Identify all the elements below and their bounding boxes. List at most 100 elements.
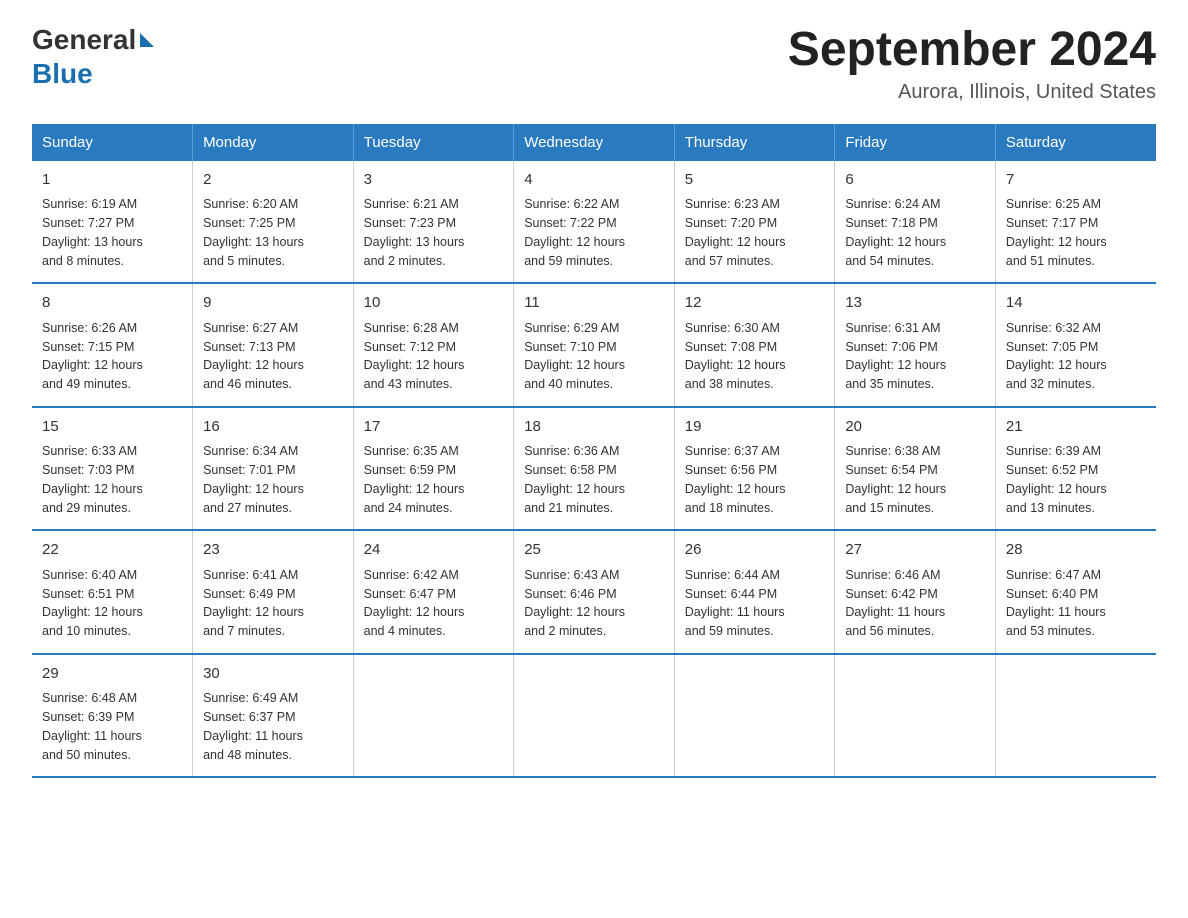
sunset-text: Sunset: 6:37 PM (203, 708, 343, 727)
day-info: Sunrise: 6:19 AMSunset: 7:27 PMDaylight:… (42, 195, 182, 270)
daylight-text: Daylight: 12 hours (42, 356, 182, 375)
daylight-text-2: and 50 minutes. (42, 746, 182, 765)
logo-arrow-icon (140, 33, 154, 47)
day-info: Sunrise: 6:26 AMSunset: 7:15 PMDaylight:… (42, 319, 182, 394)
daylight-text: Daylight: 11 hours (1006, 603, 1146, 622)
header-day-tuesday: Tuesday (353, 124, 514, 161)
day-info: Sunrise: 6:24 AMSunset: 7:18 PMDaylight:… (845, 195, 985, 270)
daylight-text-2: and 24 minutes. (364, 499, 504, 518)
daylight-text-2: and 8 minutes. (42, 252, 182, 271)
sunset-text: Sunset: 6:46 PM (524, 585, 664, 604)
sunset-text: Sunset: 7:22 PM (524, 214, 664, 233)
sunset-text: Sunset: 7:25 PM (203, 214, 343, 233)
day-number: 23 (203, 539, 343, 562)
day-number: 9 (203, 292, 343, 315)
logo-general: General (32, 24, 136, 56)
daylight-text: Daylight: 12 hours (42, 480, 182, 499)
day-info: Sunrise: 6:48 AMSunset: 6:39 PMDaylight:… (42, 689, 182, 764)
sunrise-text: Sunrise: 6:46 AM (845, 566, 985, 585)
day-info: Sunrise: 6:38 AMSunset: 6:54 PMDaylight:… (845, 442, 985, 517)
sunset-text: Sunset: 6:54 PM (845, 461, 985, 480)
daylight-text-2: and 2 minutes. (524, 622, 664, 641)
week-row-1: 1Sunrise: 6:19 AMSunset: 7:27 PMDaylight… (32, 161, 1156, 284)
main-title: September 2024 (788, 24, 1156, 77)
sunset-text: Sunset: 7:03 PM (42, 461, 182, 480)
daylight-text: Daylight: 13 hours (42, 233, 182, 252)
daylight-text-2: and 54 minutes. (845, 252, 985, 271)
day-number: 17 (364, 416, 504, 439)
sunset-text: Sunset: 6:51 PM (42, 585, 182, 604)
day-number: 29 (42, 663, 182, 686)
calendar-cell: 15 Sunrise: 6:33 AMSunset: 7:03 PMDayligh… (32, 407, 193, 531)
sunset-text: Sunset: 7:20 PM (685, 214, 825, 233)
sunset-text: Sunset: 6:59 PM (364, 461, 504, 480)
day-info: Sunrise: 6:41 AMSunset: 6:49 PMDaylight:… (203, 566, 343, 641)
daylight-text-2: and 7 minutes. (203, 622, 343, 641)
daylight-text: Daylight: 12 hours (685, 480, 825, 499)
calendar-cell: 19Sunrise: 6:37 AMSunset: 6:56 PMDayligh… (674, 407, 835, 531)
calendar-cell (995, 654, 1156, 778)
sunrise-text: Sunrise: 6:37 AM (685, 442, 825, 461)
sunset-text: Sunset: 7:05 PM (1006, 338, 1146, 357)
day-info: Sunrise: 6:36 AMSunset: 6:58 PMDaylight:… (524, 442, 664, 517)
daylight-text-2: and 35 minutes. (845, 375, 985, 394)
daylight-text-2: and 21 minutes. (524, 499, 664, 518)
sunrise-text: Sunrise: 6:48 AM (42, 689, 182, 708)
calendar-cell: 6 Sunrise: 6:24 AMSunset: 7:18 PMDaylight… (835, 161, 996, 284)
daylight-text: Daylight: 12 hours (42, 603, 182, 622)
daylight-text: Daylight: 11 hours (42, 727, 182, 746)
page-header: General Blue September 2024 Aurora, Illi… (32, 24, 1156, 104)
sunset-text: Sunset: 7:17 PM (1006, 214, 1146, 233)
daylight-text-2: and 53 minutes. (1006, 622, 1146, 641)
daylight-text: Daylight: 12 hours (524, 603, 664, 622)
sunset-text: Sunset: 6:49 PM (203, 585, 343, 604)
day-number: 6 (845, 169, 985, 192)
week-row-5: 29 Sunrise: 6:48 AMSunset: 6:39 PMDayligh… (32, 654, 1156, 778)
day-number: 19 (685, 416, 825, 439)
sunrise-text: Sunrise: 6:29 AM (524, 319, 664, 338)
daylight-text: Daylight: 12 hours (203, 603, 343, 622)
day-info: Sunrise: 6:33 AMSunset: 7:03 PMDaylight:… (42, 442, 182, 517)
calendar-cell: 21Sunrise: 6:39 AMSunset: 6:52 PMDayligh… (995, 407, 1156, 531)
week-row-2: 8Sunrise: 6:26 AMSunset: 7:15 PMDaylight… (32, 283, 1156, 407)
calendar-cell: 2Sunrise: 6:20 AMSunset: 7:25 PMDaylight… (193, 161, 354, 284)
calendar-cell (353, 654, 514, 778)
subtitle: Aurora, Illinois, United States (788, 81, 1156, 104)
sunrise-text: Sunrise: 6:43 AM (524, 566, 664, 585)
sunset-text: Sunset: 7:18 PM (845, 214, 985, 233)
day-number: 20 (845, 416, 985, 439)
daylight-text-2: and 59 minutes. (685, 622, 825, 641)
day-info: Sunrise: 6:25 AMSunset: 7:17 PMDaylight:… (1006, 195, 1146, 270)
calendar-cell: 30Sunrise: 6:49 AMSunset: 6:37 PMDayligh… (193, 654, 354, 778)
day-info: Sunrise: 6:46 AMSunset: 6:42 PMDaylight:… (845, 566, 985, 641)
daylight-text-2: and 56 minutes. (845, 622, 985, 641)
day-number: 12 (685, 292, 825, 315)
sunset-text: Sunset: 7:15 PM (42, 338, 182, 357)
header-day-sunday: Sunday (32, 124, 193, 161)
sunrise-text: Sunrise: 6:21 AM (364, 195, 504, 214)
daylight-text-2: and 57 minutes. (685, 252, 825, 271)
day-number: 2 (203, 169, 343, 192)
week-row-4: 22Sunrise: 6:40 AMSunset: 6:51 PMDayligh… (32, 530, 1156, 654)
daylight-text-2: and 59 minutes. (524, 252, 664, 271)
title-section: September 2024 Aurora, Illinois, United … (788, 24, 1156, 104)
day-number: 28 (1006, 539, 1146, 562)
day-number: 4 (524, 169, 664, 192)
day-number: 30 (203, 663, 343, 686)
sunrise-text: Sunrise: 6:42 AM (364, 566, 504, 585)
sunset-text: Sunset: 6:40 PM (1006, 585, 1146, 604)
daylight-text-2: and 27 minutes. (203, 499, 343, 518)
header-row: SundayMondayTuesdayWednesdayThursdayFrid… (32, 124, 1156, 161)
sunrise-text: Sunrise: 6:32 AM (1006, 319, 1146, 338)
sunrise-text: Sunrise: 6:41 AM (203, 566, 343, 585)
day-number: 15 (42, 416, 182, 439)
daylight-text: Daylight: 12 hours (203, 356, 343, 375)
daylight-text-2: and 10 minutes. (42, 622, 182, 641)
calendar-cell: 25Sunrise: 6:43 AMSunset: 6:46 PMDayligh… (514, 530, 675, 654)
daylight-text: Daylight: 11 hours (845, 603, 985, 622)
calendar-cell (835, 654, 996, 778)
calendar-cell: 23 Sunrise: 6:41 AMSunset: 6:49 PMDayligh… (193, 530, 354, 654)
calendar-cell: 29 Sunrise: 6:48 AMSunset: 6:39 PMDayligh… (32, 654, 193, 778)
sunset-text: Sunset: 6:42 PM (845, 585, 985, 604)
day-info: Sunrise: 6:27 AMSunset: 7:13 PMDaylight:… (203, 319, 343, 394)
